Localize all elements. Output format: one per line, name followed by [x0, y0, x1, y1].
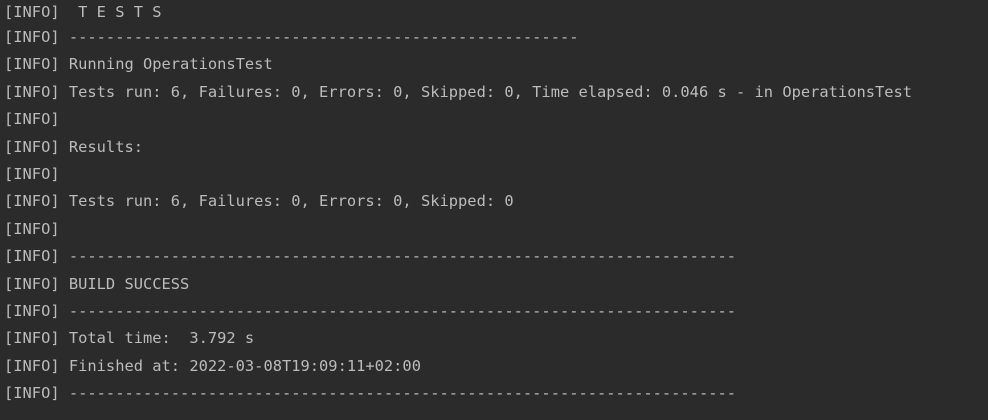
console-line-blank-1: [INFO]	[4, 110, 60, 129]
console-line-test-result: [INFO] Tests run: 6, Failures: 0, Errors…	[4, 82, 913, 101]
console-line-separator-3: [INFO] ---------------------------------…	[4, 301, 737, 320]
console-line-separator-2: [INFO] ---------------------------------…	[4, 247, 737, 266]
console-line-build-status: [INFO] BUILD SUCCESS	[4, 274, 190, 293]
console-line-separator-1: [INFO] ---------------------------------…	[4, 28, 579, 46]
console-line-blank-3: [INFO]	[4, 219, 60, 238]
console-line-total-time: [INFO] Total time: 3.792 s	[4, 329, 255, 348]
console-line-blank-2: [INFO]	[4, 164, 60, 183]
console-line-results-summary: [INFO] Tests run: 6, Failures: 0, Errors…	[4, 192, 514, 211]
console-line-finished-at: [INFO] Finished at: 2022-03-08T19:09:11+…	[4, 356, 421, 375]
console-output[interactable]: [INFO] T E S T S [INFO] ----------------…	[0, 0, 988, 420]
console-line-tests-header: [INFO] T E S T S	[4, 3, 162, 21]
console-line-results-header: [INFO] Results:	[4, 137, 143, 156]
console-line-separator-4: [INFO] ---------------------------------…	[4, 384, 737, 403]
console-line-running: [INFO] Running OperationsTest	[4, 55, 273, 74]
